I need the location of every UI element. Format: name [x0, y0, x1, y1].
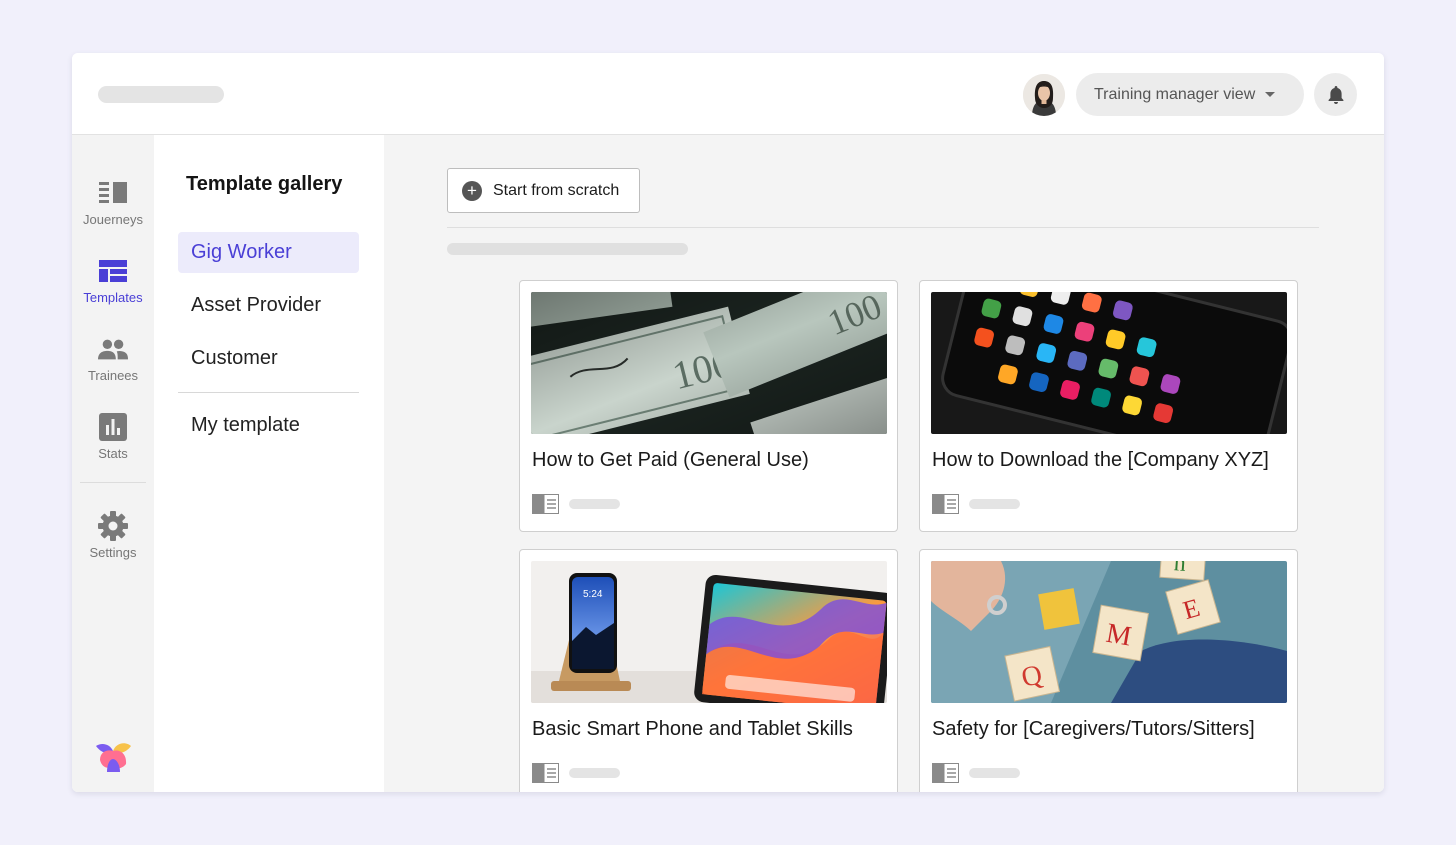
alphabet-blocks-photo: Q M E n — [931, 561, 1287, 703]
main-content: + Start from scratch 100 100 How to Get … — [384, 135, 1384, 792]
view-selector[interactable]: Training manager view — [1076, 73, 1304, 116]
rail-item-label: Stats — [98, 446, 128, 461]
rail-item-templates[interactable]: Templates — [72, 256, 154, 305]
app-window: Training manager view Jouerneys Template… — [72, 53, 1384, 792]
template-card[interactable]: How to Download the [Company XYZ] — [919, 280, 1298, 532]
smartphone-apps-photo — [931, 292, 1287, 434]
book-icon — [932, 763, 959, 783]
nav-divider — [178, 392, 359, 393]
template-card[interactable]: 100 100 How to Get Paid (General Use) — [519, 280, 898, 532]
category-customer[interactable]: Customer — [178, 338, 359, 379]
stats-icon — [98, 412, 128, 442]
category-my-template[interactable]: My template — [178, 405, 359, 446]
gear-icon — [98, 511, 128, 541]
trainees-icon — [98, 334, 128, 364]
journeys-icon — [98, 178, 128, 208]
template-card-title: Safety for [Caregivers/Tutors/Sitters] — [932, 718, 1255, 740]
avatar[interactable] — [1023, 74, 1065, 116]
rail-item-label: Settings — [89, 545, 137, 560]
left-rail: Jouerneys Templates Trainees Stats Setti… — [72, 135, 154, 792]
top-bar: Training manager view — [72, 53, 1384, 135]
logo-placeholder — [98, 86, 224, 103]
meta-placeholder — [969, 768, 1020, 778]
rail-item-label: Templates — [83, 290, 143, 305]
view-selector-label: Training manager view — [1094, 85, 1256, 103]
gallery-title: Template gallery — [186, 173, 343, 195]
category-label: Customer — [191, 347, 278, 369]
brand-logo — [94, 742, 132, 772]
category-label: Asset Provider — [191, 294, 322, 316]
meta-placeholder — [569, 768, 620, 778]
rail-item-journeys[interactable]: Jouerneys — [72, 178, 154, 227]
templates-icon — [98, 256, 128, 286]
rail-item-label: Trainees — [87, 368, 139, 383]
gallery-nav: Template gallery Gig Worker Asset Provid… — [154, 135, 433, 792]
phone-tablet-photo: 5:24 — [531, 561, 887, 703]
category-label: My template — [191, 414, 300, 436]
rail-item-stats[interactable]: Stats — [72, 412, 154, 461]
meta-placeholder — [569, 499, 620, 509]
rail-item-label: Jouerneys — [83, 212, 143, 227]
book-icon — [532, 763, 559, 783]
meta-placeholder — [969, 499, 1020, 509]
user-avatar-icon — [1023, 74, 1065, 116]
book-icon — [932, 494, 959, 514]
template-card-title: How to Get Paid (General Use) — [532, 449, 809, 471]
template-card[interactable]: 5:24 Basic Smart Phone and Tablet Skills — [519, 549, 898, 792]
main-divider — [447, 227, 1319, 228]
svg-text:5:24: 5:24 — [583, 589, 603, 600]
category-label: Gig Worker — [191, 241, 292, 263]
category-asset-provider[interactable]: Asset Provider — [178, 285, 359, 326]
plus-circle-icon: + — [462, 180, 482, 201]
money-bills-photo: 100 100 — [531, 292, 887, 434]
template-card-title: Basic Smart Phone and Tablet Skills — [532, 718, 853, 740]
svg-text:n: n — [1173, 561, 1187, 577]
caret-down-icon — [1265, 92, 1276, 97]
bell-icon — [1328, 85, 1343, 104]
rail-divider — [80, 482, 146, 483]
template-card-title: How to Download the [Company XYZ] — [932, 449, 1269, 471]
rail-item-trainees[interactable]: Trainees — [72, 334, 154, 383]
template-card[interactable]: Q M E n Safety for [Caregivers/Tutors/Si… — [919, 549, 1298, 792]
notifications-button[interactable] — [1314, 73, 1357, 116]
book-icon — [532, 494, 559, 514]
rail-item-settings[interactable]: Settings — [72, 511, 154, 560]
start-from-scratch-label: Start from scratch — [493, 181, 620, 199]
start-from-scratch-button[interactable]: + Start from scratch — [447, 168, 640, 213]
section-heading-placeholder — [447, 243, 688, 255]
category-gig-worker[interactable]: Gig Worker — [178, 232, 359, 273]
